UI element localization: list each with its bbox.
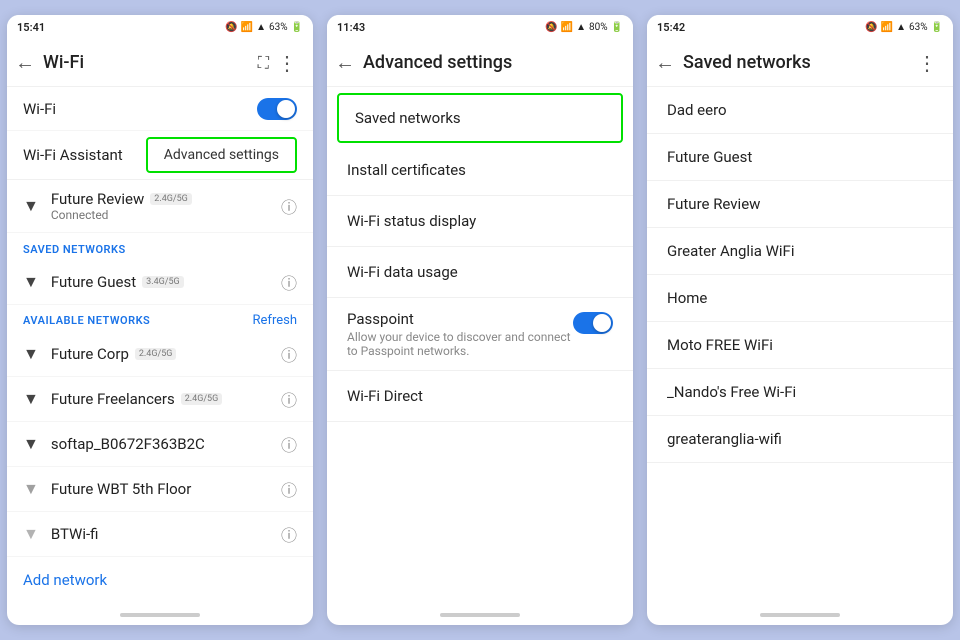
wifi-toggle-row[interactable]: Wi-Fi: [7, 87, 313, 131]
passpoint-sub: Allow your device to discover and connec…: [347, 330, 573, 358]
wifi-icon-btwifi: ▼: [23, 524, 39, 544]
wifi-toggle[interactable]: [257, 98, 297, 120]
wifi-status-menu-item[interactable]: Wi-Fi status display: [327, 196, 633, 247]
page-title-2: Advanced settings: [363, 52, 625, 73]
passpoint-title: Passpoint: [347, 310, 573, 328]
status-icons-2: 🔕 📶 ▲ 80% 🔋: [545, 22, 623, 33]
net-moto-free-wifi[interactable]: Moto FREE WiFi: [647, 322, 953, 369]
toggle-thumb: [593, 314, 611, 332]
advanced-content: Saved networks Install certificates Wi-F…: [327, 87, 633, 605]
page-title-1: Wi-Fi: [43, 52, 254, 73]
passpoint-toggle[interactable]: [573, 312, 613, 334]
wifi-signal-icon: ▼: [23, 196, 39, 216]
avail-wbt-name: Future WBT 5th Floor: [51, 480, 191, 498]
panel-saved-networks: 15:42 🔕 📶 ▲ 63% 🔋 ← Saved networks ⋮ Dad…: [647, 15, 953, 625]
status-bar-3: 15:42 🔕 📶 ▲ 63% 🔋: [647, 15, 953, 39]
saved-network-badge: 3.4G/5G: [142, 276, 184, 288]
avail-btwifi-name: BTWi-fi: [51, 525, 99, 543]
top-bar-1: ← Wi-Fi ⛶ ⋮: [7, 39, 313, 87]
saved-wifi-icon: ▼: [23, 272, 39, 292]
connected-network-info-icon[interactable]: ⓘ: [281, 194, 297, 218]
wifi-content: Wi-Fi Wi-Fi Assistant Advanced settings …: [7, 87, 313, 605]
section-available-row: AVAILABLE NETWORKS Refresh: [7, 305, 313, 332]
more-menu-3[interactable]: ⋮: [909, 45, 945, 81]
home-indicator-2: [327, 605, 633, 625]
avail-softap[interactable]: ▼ softap_B0672F363B2C ⓘ: [7, 422, 313, 467]
avail-future-wbt[interactable]: ▼ Future WBT 5th Floor ⓘ: [7, 467, 313, 512]
saved-networks-content: Dad eero Future Guest Future Review Grea…: [647, 87, 953, 605]
wifi-assistant-label: Wi-Fi Assistant: [23, 134, 123, 176]
connected-network-row[interactable]: ▼ Future Review 2.4G/5G Connected ⓘ: [7, 180, 313, 233]
wifi-label: Wi-Fi: [23, 100, 56, 118]
section-available: AVAILABLE NETWORKS: [23, 314, 150, 327]
advanced-settings-button[interactable]: Advanced settings: [146, 137, 297, 173]
passpoint-info: Passpoint Allow your device to discover …: [347, 310, 573, 358]
net-nandos[interactable]: _Nando's Free Wi-Fi: [647, 369, 953, 416]
page-title-3: Saved networks: [683, 52, 909, 73]
net-greateranglia-wifi[interactable]: greateranglia-wifi: [647, 416, 953, 463]
back-button-2[interactable]: ←: [335, 50, 355, 75]
refresh-button[interactable]: Refresh: [253, 313, 297, 328]
wifi-direct-menu-item[interactable]: Wi-Fi Direct: [327, 371, 633, 422]
time-3: 15:42: [657, 21, 685, 34]
panel-wifi: 15:41 🔕 📶 ▲ 63% 🔋 ← Wi-Fi ⛶ ⋮ Wi-Fi Wi-F…: [7, 15, 313, 625]
net-future-guest[interactable]: Future Guest: [647, 134, 953, 181]
back-button-1[interactable]: ←: [15, 50, 35, 75]
net-future-review[interactable]: Future Review: [647, 181, 953, 228]
top-bar-2: ← Advanced settings: [327, 39, 633, 87]
status-bar-2: 11:43 🔕 📶 ▲ 80% 🔋: [327, 15, 633, 39]
add-network-button[interactable]: Add network: [7, 557, 313, 603]
net-dad-eero[interactable]: Dad eero: [647, 87, 953, 134]
home-indicator-3: [647, 605, 953, 625]
status-bar-1: 15:41 🔕 📶 ▲ 63% 🔋: [7, 15, 313, 39]
section-saved: SAVED NETWORKS: [7, 233, 313, 260]
avail-corp-name: Future Corp: [51, 345, 129, 363]
wifi-icon-corp: ▼: [23, 344, 39, 364]
saved-network-future-guest[interactable]: ▼ Future Guest 3.4G/5G ⓘ: [7, 260, 313, 305]
time-2: 11:43: [337, 21, 365, 34]
avail-softap-info[interactable]: ⓘ: [281, 432, 297, 456]
avail-wbt-info[interactable]: ⓘ: [281, 477, 297, 501]
net-home[interactable]: Home: [647, 275, 953, 322]
status-icons-1: 🔕 📶 ▲ 63% 🔋: [225, 22, 303, 33]
avail-corp-badge: 2.4G/5G: [135, 348, 177, 360]
saved-network-name: Future Guest: [51, 273, 136, 291]
wifi-data-usage-menu-item[interactable]: Wi-Fi data usage: [327, 247, 633, 298]
time-1: 15:41: [17, 21, 45, 34]
expand-icon-1[interactable]: ⛶: [258, 53, 269, 73]
saved-network-info-icon[interactable]: ⓘ: [281, 270, 297, 294]
connected-network-name: Future Review: [51, 190, 144, 208]
net-greater-anglia-wifi[interactable]: Greater Anglia WiFi: [647, 228, 953, 275]
top-bar-3: ← Saved networks ⋮: [647, 39, 953, 87]
connected-network-status: Connected: [51, 208, 192, 222]
more-menu-1[interactable]: ⋮: [269, 45, 305, 81]
avail-corp-info[interactable]: ⓘ: [281, 342, 297, 366]
avail-freelancers-info[interactable]: ⓘ: [281, 387, 297, 411]
avail-future-freelancers[interactable]: ▼ Future Freelancers 2.4G/5G ⓘ: [7, 377, 313, 422]
saved-network-info: Future Guest 3.4G/5G: [51, 273, 184, 291]
home-indicator-1: [7, 605, 313, 625]
wifi-icon-freelancers: ▼: [23, 389, 39, 409]
avail-freelancers-name: Future Freelancers: [51, 390, 175, 408]
connected-network-info: Future Review 2.4G/5G Connected: [51, 190, 192, 222]
wifi-icon-wbt: ▼: [23, 479, 39, 499]
avail-softap-name: softap_B0672F363B2C: [51, 435, 205, 453]
avail-btwifi[interactable]: ▼ BTWi-fi ⓘ: [7, 512, 313, 557]
panel-advanced: 11:43 🔕 📶 ▲ 80% 🔋 ← Advanced settings Sa…: [327, 15, 633, 625]
wifi-icon-softap: ▼: [23, 434, 39, 454]
passpoint-row[interactable]: Passpoint Allow your device to discover …: [327, 298, 633, 371]
status-icons-3: 🔕 📶 ▲ 63% 🔋: [865, 22, 943, 33]
connected-network-badge: 2.4G/5G: [150, 193, 192, 205]
avail-freelancers-badge: 2.4G/5G: [181, 393, 223, 405]
avail-future-corp[interactable]: ▼ Future Corp 2.4G/5G ⓘ: [7, 332, 313, 377]
avail-btwifi-info[interactable]: ⓘ: [281, 522, 297, 546]
back-button-3[interactable]: ←: [655, 50, 675, 75]
advanced-settings-label: Advanced settings: [164, 147, 279, 163]
install-certs-menu-item[interactable]: Install certificates: [327, 145, 633, 196]
wifi-assistant-row[interactable]: Wi-Fi Assistant Advanced settings: [7, 131, 313, 180]
saved-networks-menu-item[interactable]: Saved networks: [337, 93, 623, 143]
